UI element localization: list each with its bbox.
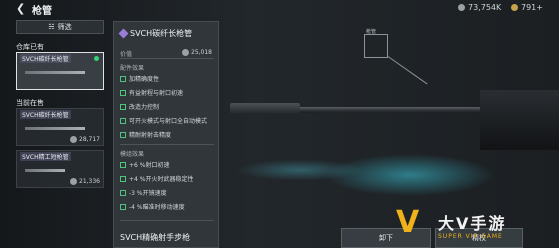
perk-icon: [120, 131, 126, 138]
perk-icon: [120, 75, 126, 82]
barrel-thumbnail: [25, 127, 85, 130]
weapon-muzzle-model: [230, 103, 300, 115]
filter-button[interactable]: ☵ 筛选: [16, 20, 104, 34]
sale-part-card-1[interactable]: SVCH碳纤长枪管 28,717: [16, 108, 104, 146]
coin-icon: [70, 178, 77, 185]
divider: [120, 220, 214, 221]
equipped-check-icon: [94, 56, 99, 61]
coin-icon: [458, 4, 465, 11]
currency-coins: 73,754K: [458, 3, 501, 12]
divider: [120, 58, 214, 59]
watermark: V 大V手游 SUPER VIP GAME: [396, 206, 559, 248]
coin-icon: [182, 49, 189, 56]
value-amount: 25,018: [182, 49, 212, 56]
weapon-name: SVCH精确射手步枪: [120, 233, 191, 242]
sale-section-label: 当前在售: [16, 99, 44, 107]
perk-icon: [120, 89, 126, 96]
adv-item: +4 %开火时武器稳定性: [120, 174, 193, 183]
card-name: SVCH碳纤长枪管: [20, 110, 71, 119]
watermark-logo: V: [396, 205, 420, 240]
perk-icon: [120, 175, 126, 182]
value-label: 价值: [120, 51, 133, 58]
perk-icon: [120, 117, 126, 124]
attr-item: 可开火模式与射口全自动模式: [120, 116, 207, 125]
back-arrow-icon[interactable]: ❮: [16, 3, 26, 15]
detail-title: SVCH碳纤长枪管: [118, 28, 192, 39]
divider: [120, 144, 214, 145]
filter-icon: ☵: [48, 23, 55, 31]
adv-item: -4 %瞄准时移动速度: [120, 202, 185, 211]
attr-item: 加精确度性: [120, 74, 159, 83]
sale-part-card-2[interactable]: SVCH精工短枪管 21,336: [16, 150, 104, 188]
top-bar: ❮ 枪管 73,754K 791+: [0, 0, 559, 18]
owned-part-card[interactable]: SVCH碳纤长枪管: [16, 52, 104, 90]
perk-icon: [120, 189, 126, 196]
attr-item: 精耐射射击精度: [120, 130, 171, 139]
currency-premium: 791+: [511, 3, 543, 12]
watermark-subtitle: SUPER VIP GAME: [438, 233, 503, 240]
adv-heading: 模组效果: [120, 151, 145, 158]
perk-icon: [120, 103, 126, 110]
part-detail-panel: SVCH碳纤长枪管 价值 25,018 配件效果 加精确度性 有益射程与射口初速…: [113, 21, 219, 248]
perk-icon: [120, 161, 126, 168]
barrel-thumbnail: [25, 71, 85, 74]
page-title: 枪管: [32, 6, 52, 17]
attachment-slot-marker[interactable]: [364, 34, 388, 58]
perk-icon: [120, 203, 126, 210]
rarity-diamond-icon: [118, 28, 129, 39]
card-price: 21,336: [70, 178, 100, 185]
watermark-title: 大V手游: [438, 214, 507, 233]
premium-coin-icon: [511, 4, 518, 11]
part-list-panel: ☵ 筛选 仓库已有 SVCH碳纤长枪管 当前在售 SVCH碳纤长枪管 28,71…: [16, 20, 108, 190]
attr-item: 有益射程与射口初速: [120, 88, 183, 97]
weapon-receiver-model: [480, 90, 559, 150]
coin-icon: [70, 136, 77, 143]
barrel-thumbnail: [25, 169, 65, 172]
adv-item: +6 %射口初速: [120, 160, 169, 169]
attr-heading: 配件效果: [120, 65, 145, 72]
adv-item: -3 %开镜速度: [120, 188, 167, 197]
card-name: SVCH精工短枪管: [20, 152, 71, 161]
owned-section-label: 仓库已有: [16, 43, 44, 51]
card-name: SVCH碳纤长枪管: [20, 54, 71, 63]
card-price: 28,717: [70, 136, 100, 143]
attr-item: 改造力控制: [120, 102, 159, 111]
